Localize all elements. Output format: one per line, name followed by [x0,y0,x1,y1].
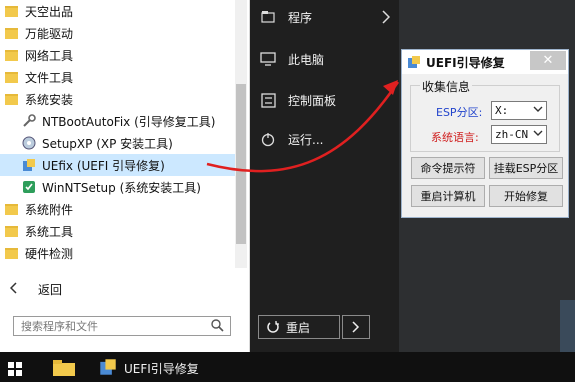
file-explorer-icon[interactable] [53,360,75,376]
annotation-arrow [206,80,400,173]
uefix-taskbar-icon[interactable] [99,358,117,376]
windows-start-icon[interactable] [8,361,22,376]
taskbar [0,352,575,382]
taskbar-app-label[interactable]: UEFI引导修复 [124,360,199,377]
